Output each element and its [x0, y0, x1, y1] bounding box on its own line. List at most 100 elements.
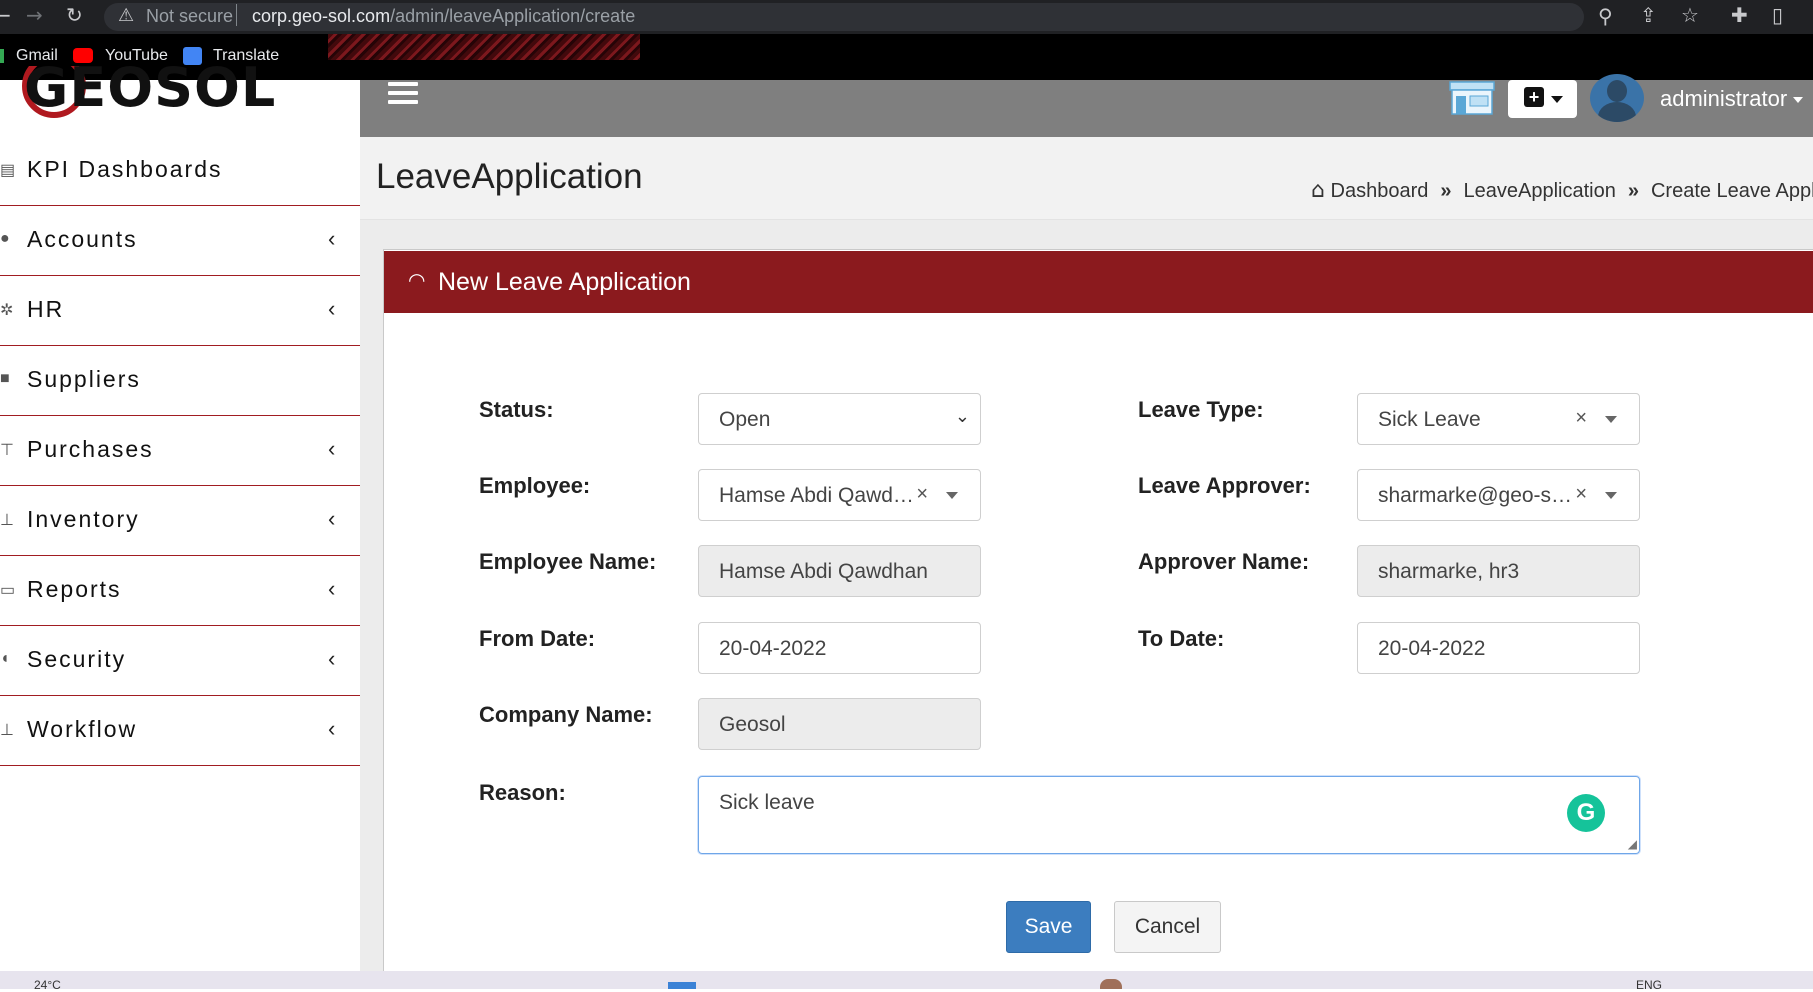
- user-name: administrator: [1660, 86, 1788, 111]
- store-icon[interactable]: [1448, 80, 1496, 116]
- reports-icon: ▭: [0, 582, 16, 599]
- grammarly-icon[interactable]: G: [1567, 794, 1605, 832]
- youtube-icon: [73, 48, 93, 63]
- back-icon[interactable]: ←: [0, 3, 11, 27]
- bookmark-translate[interactable]: Translate: [213, 47, 279, 65]
- chevron-left-icon: ‹: [328, 716, 336, 741]
- gauge-icon: ◠: [408, 268, 426, 292]
- employee-name-field[interactable]: Hamse Abdi Qawdhan: [698, 545, 981, 597]
- leave-approver-select[interactable]: sharmarke@geo-s… ×: [1357, 469, 1640, 521]
- company-name-label: Company Name:: [479, 702, 653, 727]
- breadcrumb: ⌂ Dashboard» LeaveApplication» Create Leav…: [1311, 178, 1813, 203]
- bookmark-gmail[interactable]: Gmail: [16, 47, 58, 65]
- windows-start-icon[interactable]: [668, 982, 696, 989]
- clear-icon[interactable]: ×: [1575, 407, 1587, 430]
- breadcrumb-leaveapplication[interactable]: LeaveApplication: [1464, 180, 1616, 202]
- from-date-label: From Date:: [479, 626, 596, 651]
- from-date-value: 20-04-2022: [719, 637, 827, 660]
- sidebar-item-suppliers[interactable]: ■ Suppliers: [0, 346, 360, 416]
- inventory-icon: ⊥: [0, 512, 14, 529]
- page-title: LeaveApplication: [376, 157, 643, 196]
- sidebar-item-purchases[interactable]: ⊤ Purchases ‹: [0, 416, 360, 486]
- employee-value: Hamse Abdi Qawd…: [719, 484, 914, 507]
- accounts-icon: ●: [0, 230, 10, 247]
- save-button[interactable]: Save: [1006, 901, 1091, 953]
- approver-name-label: Approver Name:: [1138, 549, 1310, 574]
- chevron-left-icon: ‹: [328, 226, 336, 251]
- sidebar-item-kpi-dashboards[interactable]: ▤ KPI Dashboards: [0, 136, 360, 206]
- sidebar-item-reports[interactable]: ▭ Reports ‹: [0, 556, 360, 626]
- leave-type-select[interactable]: Sick Leave ×: [1357, 393, 1640, 445]
- leave-type-label: Leave Type:: [1138, 397, 1264, 422]
- employee-name-value: Hamse Abdi Qawdhan: [719, 560, 928, 583]
- sidebar-item-security[interactable]: ◖ Security ‹: [0, 626, 360, 696]
- sidebar-item-hr[interactable]: ✲ HR ‹: [0, 276, 360, 346]
- to-date-field[interactable]: 20-04-2022: [1357, 622, 1640, 674]
- bookmark-youtube[interactable]: YouTube: [105, 47, 168, 65]
- sidebar-item-label: Workflow: [27, 716, 138, 742]
- reload-icon[interactable]: ↻: [66, 3, 83, 27]
- workflow-icon: ⊥: [0, 722, 14, 739]
- home-icon: ⌂: [1311, 178, 1325, 203]
- url-path: /admin/leaveApplication/create: [390, 6, 636, 26]
- weather-temperature: 24°C: [34, 978, 61, 992]
- url-host: corp.geo-sol.com: [252, 6, 391, 26]
- language-indicator[interactable]: ENG: [1636, 978, 1662, 992]
- sidebar-item-label: Inventory: [27, 506, 140, 532]
- clear-icon[interactable]: ×: [916, 483, 928, 506]
- chevron-left-icon: ‹: [328, 576, 336, 601]
- sidebar-item-inventory[interactable]: ⊥ Inventory ‹: [0, 486, 360, 556]
- translate-icon: [183, 47, 202, 65]
- leave-approver-value: sharmarke@geo-s…: [1378, 484, 1573, 507]
- side-panel-icon[interactable]: ▯: [1772, 3, 1783, 27]
- approver-name-value: sharmarke, hr3: [1378, 560, 1520, 583]
- from-date-field[interactable]: 20-04-2022: [698, 622, 981, 674]
- to-date-label: To Date:: [1138, 626, 1225, 651]
- user-menu[interactable]: administrator: [1660, 86, 1804, 112]
- breadcrumb-current: Create Leave Applica: [1650, 180, 1813, 202]
- sidebar-item-label: Suppliers: [27, 366, 141, 392]
- sidebar-item-label: Security: [27, 646, 127, 672]
- panel-title: New Leave Application: [438, 268, 691, 296]
- forward-icon[interactable]: →: [26, 3, 43, 27]
- zoom-icon[interactable]: ⚲: [1598, 4, 1613, 28]
- logo[interactable]: GEOSOL: [22, 66, 322, 132]
- status-label: Status:: [479, 397, 554, 422]
- employee-select[interactable]: Hamse Abdi Qawd… ×: [698, 469, 981, 521]
- breadcrumb-dashboard[interactable]: Dashboard: [1331, 180, 1429, 202]
- resize-handle-icon[interactable]: ◢: [1628, 837, 1637, 851]
- cancel-button[interactable]: Cancel: [1114, 901, 1221, 953]
- caret-down-icon: [1551, 96, 1563, 103]
- plus-icon: +: [1524, 87, 1544, 107]
- sidebar-item-workflow[interactable]: ⊥ Workflow ‹: [0, 696, 360, 766]
- share-icon[interactable]: ⇪: [1640, 3, 1657, 27]
- approver-name-field[interactable]: sharmarke, hr3: [1357, 545, 1640, 597]
- sidebar-item-label: KPI Dashboards: [27, 156, 223, 182]
- employee-name-label: Employee Name:: [479, 549, 657, 574]
- company-name-field[interactable]: Geosol: [698, 698, 981, 750]
- os-taskbar: [0, 971, 1813, 989]
- avatar[interactable]: [1590, 74, 1644, 122]
- taskbar-app-icon[interactable]: [1100, 979, 1122, 989]
- caret-down-icon: [1793, 97, 1804, 104]
- status-select[interactable]: Open ⌄: [698, 393, 981, 445]
- sidebar-item-label: Reports: [27, 576, 122, 602]
- quick-add-button[interactable]: +: [1508, 80, 1577, 118]
- company-name-value: Geosol: [719, 713, 786, 736]
- hr-icon: ✲: [0, 302, 14, 319]
- purchases-icon: ⊤: [0, 442, 14, 459]
- security-label: Not secure: [146, 6, 234, 26]
- sidebar-item-label: Accounts: [27, 226, 138, 252]
- reason-label: Reason:: [479, 780, 566, 805]
- clear-icon[interactable]: ×: [1575, 483, 1587, 506]
- url-text[interactable]: corp.geo-sol.com/admin/leaveApplication/…: [252, 6, 635, 27]
- dashboard-icon: ▤: [0, 162, 16, 179]
- extensions-icon[interactable]: ✚: [1731, 3, 1748, 27]
- url-divider: [236, 4, 237, 26]
- menu-toggle-icon[interactable]: [388, 82, 418, 104]
- employee-label: Employee:: [479, 473, 591, 498]
- warning-icon: ⚠: [118, 5, 135, 26]
- star-icon[interactable]: ☆: [1681, 3, 1699, 27]
- sidebar-item-accounts[interactable]: ● Accounts ‹: [0, 206, 360, 276]
- reason-textarea[interactable]: Sick leave G ◢: [698, 776, 1640, 854]
